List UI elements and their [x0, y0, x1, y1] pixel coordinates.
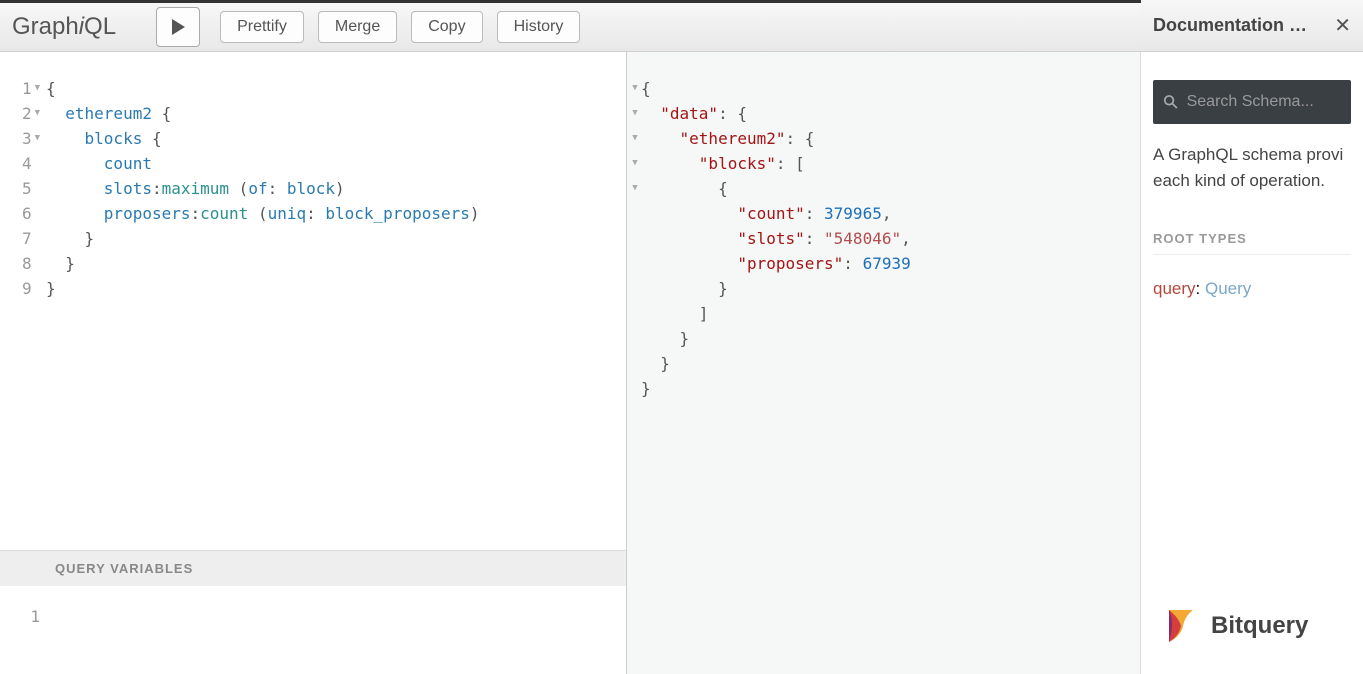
- documentation-explorer: Documentation E… ✕ A GraphQL schema prov…: [1140, 52, 1363, 674]
- gutter-line: 9: [0, 276, 40, 301]
- root-type-key: query: [1153, 279, 1196, 298]
- editor-pane: 1▼2▼3▼4 5 6 7 8 9 { ethereum2 { blocks {…: [0, 52, 627, 674]
- gutter-line: 1▼: [0, 76, 40, 101]
- gutter-line: 5: [0, 176, 40, 201]
- gutter-line: 6: [0, 201, 40, 226]
- main: 1▼2▼3▼4 5 6 7 8 9 { ethereum2 { blocks {…: [0, 52, 1363, 674]
- root-type-link[interactable]: Query: [1205, 279, 1251, 298]
- bitquery-logo-icon: [1165, 608, 1197, 644]
- doc-header: Documentation E… ✕: [1141, 0, 1363, 52]
- gutter-line: 1: [0, 604, 40, 629]
- brand-name: Bitquery: [1211, 612, 1308, 640]
- root-types: query: Query: [1141, 279, 1363, 299]
- query-code[interactable]: { ethereum2 { blocks { count slots:maxim…: [46, 76, 626, 550]
- merge-button[interactable]: Merge: [318, 11, 397, 43]
- schema-description: A GraphQL schema provi each kind of oper…: [1141, 142, 1363, 193]
- root-types-label: ROOT TYPES: [1141, 231, 1363, 246]
- brand: Bitquery: [1165, 608, 1308, 644]
- run-button[interactable]: [156, 7, 200, 47]
- history-button[interactable]: History: [497, 11, 581, 43]
- divider: [1153, 254, 1351, 255]
- query-variables-editor[interactable]: 1: [0, 586, 626, 674]
- schema-search-input[interactable]: [1187, 93, 1341, 111]
- close-icon[interactable]: ✕: [1334, 13, 1351, 38]
- gutter-line: 4: [0, 151, 40, 176]
- doc-title: Documentation E…: [1153, 15, 1313, 36]
- play-icon: [169, 18, 187, 36]
- gutter-line: 3▼: [0, 126, 40, 151]
- app-logo: GraphiQL: [12, 13, 116, 41]
- schema-search[interactable]: [1153, 80, 1351, 124]
- gutter-line: 7: [0, 226, 40, 251]
- search-icon: [1163, 93, 1179, 111]
- result-code: { "data": { "ethereum2": { "blocks": [ {…: [641, 76, 911, 674]
- gutter-line: 8: [0, 251, 40, 276]
- query-variables-code[interactable]: [46, 604, 626, 674]
- query-gutter: 1▼2▼3▼4 5 6 7 8 9: [0, 76, 46, 550]
- result-pane: ▼▼▼▼▼ { "data": { "ethereum2": { "blocks…: [627, 52, 1140, 674]
- query-editor[interactable]: 1▼2▼3▼4 5 6 7 8 9 { ethereum2 { blocks {…: [0, 52, 626, 550]
- query-variables-gutter: 1: [0, 604, 46, 674]
- query-variables-header[interactable]: QUERY VARIABLES: [0, 550, 626, 586]
- gutter-line: 2▼: [0, 101, 40, 126]
- prettify-button[interactable]: Prettify: [220, 11, 304, 43]
- copy-button[interactable]: Copy: [411, 11, 482, 43]
- pane-resizer[interactable]: [622, 52, 632, 674]
